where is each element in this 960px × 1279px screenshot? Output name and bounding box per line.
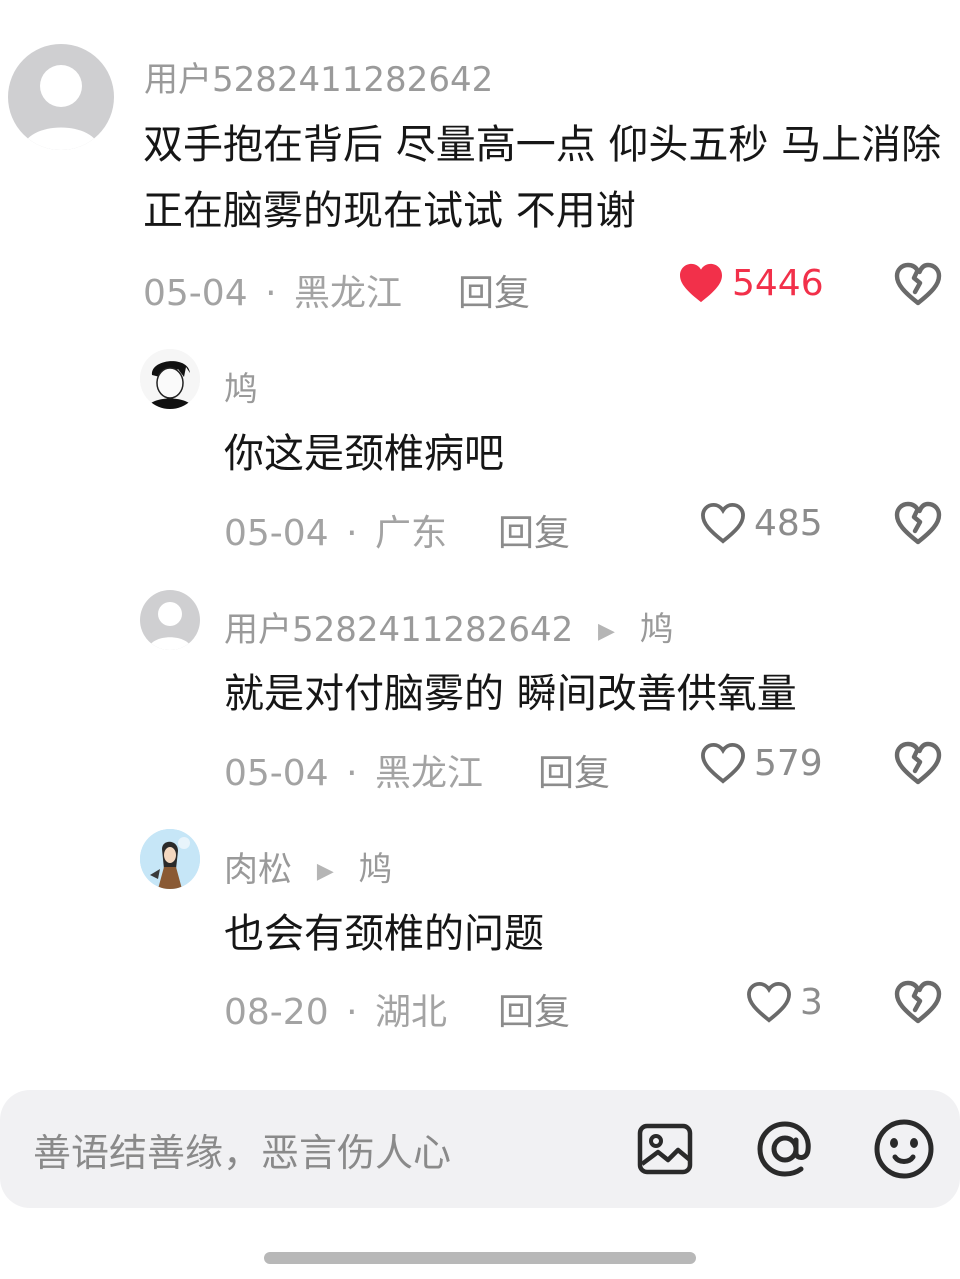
reply-button[interactable]: 回复 bbox=[498, 504, 570, 556]
dislike-button[interactable] bbox=[894, 980, 942, 1028]
default-avatar-icon bbox=[22, 65, 100, 150]
comment-date: 05-04 bbox=[143, 273, 248, 314]
comment-text: 你这是颈椎病吧 bbox=[224, 431, 504, 477]
like-count: 579 bbox=[754, 742, 823, 784]
broken-heart-icon bbox=[894, 980, 942, 1024]
comment-username[interactable]: 用户5282411282642 bbox=[144, 52, 493, 101]
avatar[interactable] bbox=[140, 590, 200, 650]
reply-target[interactable]: 鸠 bbox=[640, 610, 674, 650]
comment-username[interactable]: 肉松 ▶ 鸠 bbox=[224, 842, 393, 891]
like-count: 485 bbox=[754, 502, 823, 544]
comment-date: 05-04 bbox=[224, 753, 329, 794]
home-indicator[interactable] bbox=[264, 1252, 696, 1264]
reply-author[interactable]: 用户5282411282642 bbox=[224, 610, 573, 650]
default-avatar-icon bbox=[148, 602, 192, 650]
comment-date: 08-20 bbox=[224, 992, 329, 1033]
user-avatar-icon bbox=[140, 349, 200, 409]
comment-meta: 05-04 · 黑龙江 bbox=[224, 744, 483, 796]
comment-text: 双手抱在背后 尽量高一点 仰头五秒 马上消除 正在脑雾的现在试试 不用谢 bbox=[143, 122, 942, 234]
comment-date: 05-04 bbox=[224, 513, 329, 554]
image-icon[interactable] bbox=[636, 1120, 694, 1182]
comment-input[interactable]: 善语结善缘，恶言伤人心 bbox=[33, 1122, 451, 1177]
at-icon[interactable] bbox=[752, 1116, 818, 1186]
meta-separator: · bbox=[265, 273, 277, 314]
like-button[interactable]: 579 bbox=[700, 742, 823, 784]
like-button[interactable]: 5446 bbox=[678, 262, 824, 304]
heart-outline-icon bbox=[701, 502, 745, 544]
like-button[interactable]: 485 bbox=[700, 502, 823, 544]
like-button[interactable]: 3 bbox=[746, 981, 823, 1023]
heart-filled-icon bbox=[680, 263, 722, 303]
comment-meta: 05-04 · 黑龙江 bbox=[143, 264, 402, 316]
heart-outline-icon bbox=[701, 742, 745, 784]
avatar[interactable] bbox=[8, 44, 114, 150]
dislike-button[interactable] bbox=[894, 262, 942, 310]
heart-outline-icon bbox=[747, 981, 791, 1023]
reply-button[interactable]: 回复 bbox=[498, 983, 570, 1035]
dislike-button[interactable] bbox=[894, 741, 942, 789]
comment-location: 广东 bbox=[374, 513, 447, 554]
avatar[interactable] bbox=[140, 349, 200, 409]
comment-location: 湖北 bbox=[374, 992, 447, 1033]
comment-text: 就是对付脑雾的 瞬间改善供氧量 bbox=[224, 671, 797, 717]
broken-heart-icon bbox=[894, 741, 942, 785]
avatar[interactable] bbox=[140, 829, 200, 889]
meta-separator: · bbox=[346, 753, 358, 794]
reply-author[interactable]: 肉松 bbox=[224, 850, 292, 890]
comment-username[interactable]: 用户5282411282642 ▶ 鸠 bbox=[224, 602, 674, 651]
comment-meta: 08-20 · 湖北 bbox=[224, 983, 447, 1035]
meta-separator: · bbox=[346, 513, 358, 554]
reply-button[interactable]: 回复 bbox=[538, 744, 610, 796]
comment-meta: 05-04 · 广东 bbox=[224, 504, 447, 556]
emoji-icon[interactable] bbox=[872, 1117, 936, 1185]
like-count: 5446 bbox=[732, 262, 824, 304]
user-avatar-icon bbox=[140, 829, 200, 889]
comment-location: 黑龙江 bbox=[374, 753, 483, 794]
comment-location: 黑龙江 bbox=[293, 273, 402, 314]
comment-username[interactable]: 鸠 bbox=[224, 362, 258, 411]
reply-arrow-icon: ▶ bbox=[316, 859, 334, 884]
comment-text: 也会有颈椎的问题 bbox=[224, 911, 544, 957]
reply-target[interactable]: 鸠 bbox=[359, 850, 393, 890]
dislike-button[interactable] bbox=[894, 501, 942, 549]
like-count: 3 bbox=[800, 981, 823, 1023]
reply-button[interactable]: 回复 bbox=[458, 264, 530, 316]
broken-heart-icon bbox=[894, 262, 942, 306]
broken-heart-icon bbox=[894, 501, 942, 545]
reply-arrow-icon: ▶ bbox=[598, 619, 615, 644]
meta-separator: · bbox=[346, 992, 358, 1033]
